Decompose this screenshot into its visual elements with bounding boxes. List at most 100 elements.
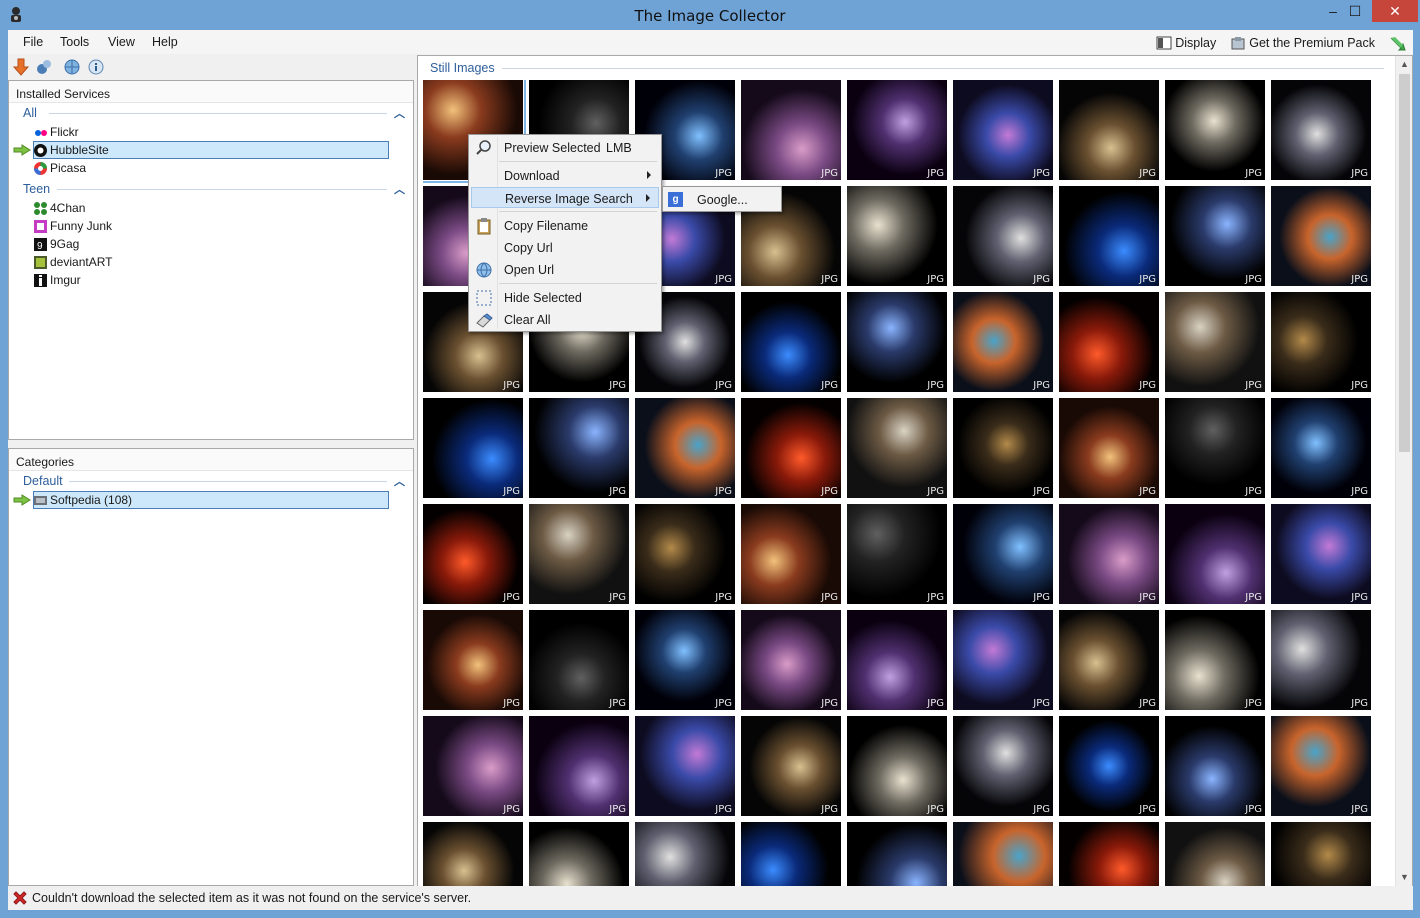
menu-copy-filename[interactable]: Copy Filename [471,215,659,236]
menu-file[interactable]: File [23,35,43,49]
image-thumbnail[interactable]: JPG [1059,398,1159,498]
image-thumbnail[interactable]: JPG [423,398,523,498]
image-thumbnail[interactable]: JPG [1271,610,1371,710]
image-thumbnail[interactable]: JPG [1165,822,1265,886]
image-thumbnail[interactable]: JPG [741,822,841,886]
image-thumbnail[interactable]: JPG [741,292,841,392]
service-item-hubblesite[interactable]: HubbleSite [9,141,413,159]
display-button[interactable]: Display [1156,36,1216,50]
menu-view[interactable]: View [108,35,135,49]
image-thumbnail[interactable]: JPG [423,822,523,886]
service-item-flickr[interactable]: Flickr [9,123,413,141]
menu-clear-all[interactable]: Clear All [471,309,659,330]
vertical-scrollbar[interactable]: ▲ ▼ [1395,56,1412,886]
image-thumbnail[interactable]: JPG [1271,504,1371,604]
title-bar[interactable]: The Image Collector – ☐ ✕ [0,0,1420,30]
image-thumbnail[interactable]: JPG [1165,398,1265,498]
service-item-9gag[interactable]: 9 9Gag [9,235,413,253]
image-thumbnail[interactable]: JPG [953,186,1053,286]
image-thumbnail[interactable]: JPG [635,398,735,498]
image-thumbnail[interactable]: JPG [741,80,841,180]
image-thumbnail[interactable]: JPG [1271,80,1371,180]
image-thumbnail[interactable]: JPG [1165,610,1265,710]
menu-help[interactable]: Help [152,35,178,49]
maximize-button[interactable]: ☐ [1340,0,1370,22]
image-thumbnail[interactable]: JPG [953,292,1053,392]
premium-pack-button[interactable]: Get the Premium Pack [1230,36,1375,50]
collapse-icon[interactable]: ︿ [394,181,405,197]
image-thumbnail[interactable]: JPG [1059,80,1159,180]
image-thumbnail[interactable]: JPG [847,822,947,886]
image-thumbnail[interactable]: JPG [635,822,735,886]
service-item-picasa[interactable]: Picasa [9,159,413,177]
image-thumbnail[interactable]: JPG [1271,186,1371,286]
service-item-funny-junk[interactable]: Funny Junk [9,217,413,235]
category-group-default[interactable]: Default ︿ [9,471,413,491]
image-thumbnail[interactable]: JPG [529,822,629,886]
menu-hide-selected[interactable]: Hide Selected [471,287,659,308]
submenu-google[interactable]: Google... [697,193,748,207]
image-thumbnail[interactable]: JPG [1165,292,1265,392]
collapse-icon[interactable]: ︿ [394,473,405,489]
green-arrow-icon[interactable] [1389,35,1407,51]
menu-tools[interactable]: Tools [60,35,89,49]
image-thumbnail[interactable]: JPG [847,398,947,498]
image-thumbnail[interactable]: JPG [1271,716,1371,816]
image-thumbnail[interactable]: JPG [953,398,1053,498]
image-thumbnail[interactable]: JPG [1059,716,1159,816]
image-thumbnail[interactable]: JPG [1271,398,1371,498]
image-thumbnail[interactable]: JPG [847,504,947,604]
image-thumbnail[interactable]: JPG [635,610,735,710]
image-thumbnail[interactable]: JPG [741,398,841,498]
image-thumbnail[interactable]: JPG [529,398,629,498]
scroll-thumb[interactable] [1399,74,1410,452]
image-thumbnail[interactable]: JPG [1059,292,1159,392]
collapse-icon[interactable]: ︿ [394,105,405,121]
image-thumbnail[interactable]: JPG [529,504,629,604]
image-thumbnail[interactable]: JPG [847,716,947,816]
service-group-teen[interactable]: Teen ︿ [9,179,413,199]
info-icon[interactable] [87,58,105,76]
image-thumbnail[interactable]: JPG [1165,80,1265,180]
image-thumbnail[interactable]: JPG [423,716,523,816]
menu-copy-url[interactable]: Copy Url [471,237,659,258]
image-thumbnail[interactable]: JPG [953,80,1053,180]
image-thumbnail[interactable]: JPG [1165,186,1265,286]
image-thumbnail[interactable]: JPG [1059,822,1159,886]
globe-icon[interactable] [63,58,81,76]
menu-reverse-image-search[interactable]: Reverse Image Search [471,187,659,208]
image-thumbnail[interactable]: JPG [953,822,1053,886]
menu-preview-selected[interactable]: Preview Selected LMB [471,137,659,158]
service-item-deviantart[interactable]: deviantART [9,253,413,271]
scroll-down-icon[interactable]: ▼ [1396,869,1413,886]
image-thumbnail[interactable]: JPG [847,186,947,286]
image-thumbnail[interactable]: JPG [953,716,1053,816]
image-thumbnail[interactable]: JPG [741,610,841,710]
services-icon[interactable] [35,58,53,76]
image-thumbnail[interactable]: JPG [1059,186,1159,286]
scroll-up-icon[interactable]: ▲ [1396,56,1413,73]
image-thumbnail[interactable]: JPG [741,504,841,604]
menu-open-url[interactable]: Open Url [471,259,659,280]
image-thumbnail[interactable]: JPG [741,716,841,816]
image-thumbnail[interactable]: JPG [529,610,629,710]
image-thumbnail[interactable]: JPG [529,716,629,816]
image-thumbnail[interactable]: JPG [953,610,1053,710]
image-thumbnail[interactable]: JPG [1271,822,1371,886]
image-thumbnail[interactable]: JPG [635,504,735,604]
image-thumbnail[interactable]: JPG [1165,716,1265,816]
image-thumbnail[interactable]: JPG [423,504,523,604]
image-thumbnail[interactable]: JPG [423,610,523,710]
service-group-all[interactable]: All ︿ [9,103,413,123]
download-arrow-icon[interactable] [12,58,30,76]
image-thumbnail[interactable]: JPG [1271,292,1371,392]
image-thumbnail[interactable]: JPG [847,80,947,180]
menu-download[interactable]: Download [471,165,659,186]
service-item-imgur[interactable]: Imgur [9,271,413,289]
category-item-softpedia[interactable]: Softpedia (108) [9,491,413,509]
image-thumbnail[interactable]: JPG [1059,610,1159,710]
image-thumbnail[interactable]: JPG [1165,504,1265,604]
service-item-4chan[interactable]: 4Chan [9,199,413,217]
image-thumbnail[interactable]: JPG [1059,504,1159,604]
close-button[interactable]: ✕ [1372,0,1418,22]
